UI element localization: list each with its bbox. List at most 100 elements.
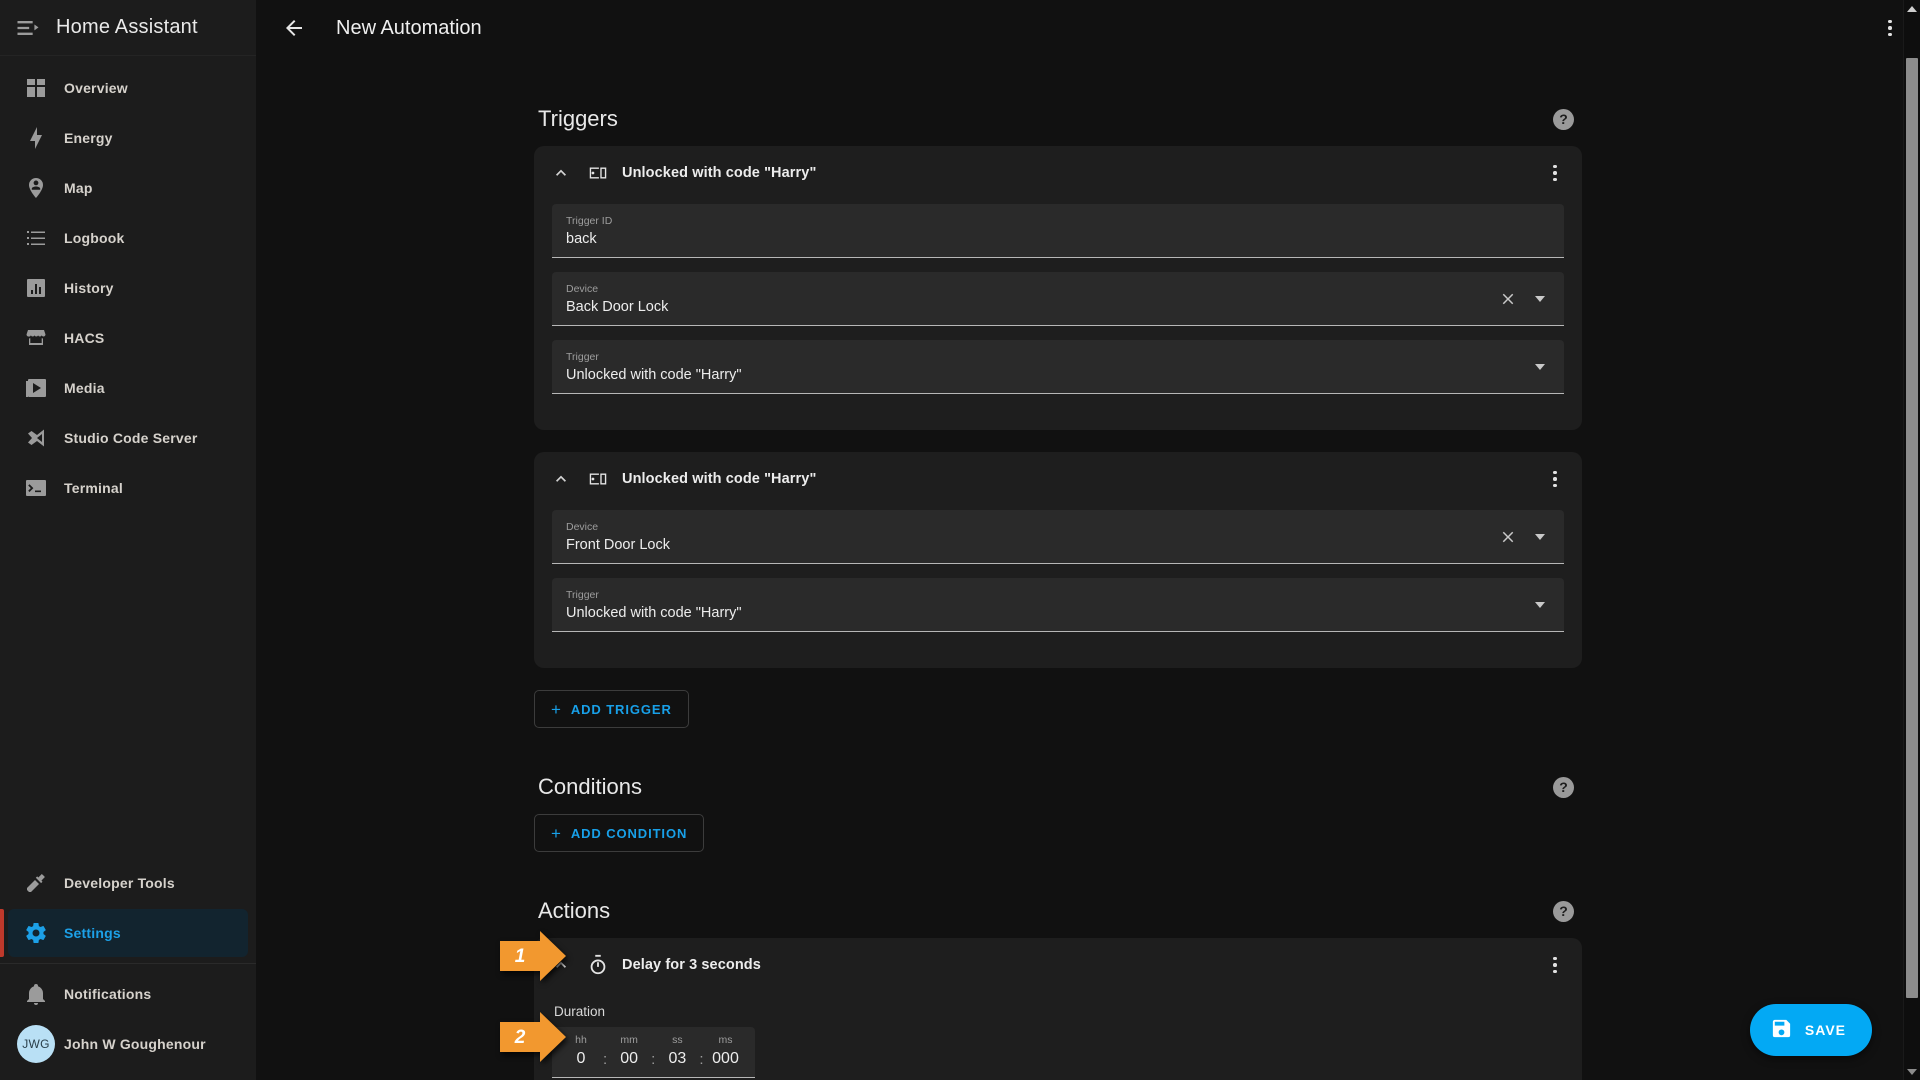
trigger-card-body: Device Front Door Lock Trigger Unlocked …: [534, 506, 1582, 668]
action-card-header[interactable]: Delay for 3 seconds: [534, 938, 1582, 992]
duration-label: Duration: [554, 1004, 606, 1019]
triangle-up-icon[interactable]: [1904, 0, 1920, 17]
chevron-up-icon[interactable]: [548, 160, 574, 186]
annotation-arrow-1: 1: [500, 931, 566, 981]
duration-minutes[interactable]: mm 00: [612, 1033, 646, 1069]
scrollbar-thumb[interactable]: [1906, 58, 1918, 998]
format-list-bulleted-icon: [8, 226, 64, 250]
view-dashboard-icon: [8, 76, 64, 100]
overflow-dots: [1553, 470, 1557, 488]
chevron-up-icon[interactable]: [548, 466, 574, 492]
device-field[interactable]: Device Front Door Lock: [552, 510, 1564, 564]
sidebar-item-label: Developer Tools: [64, 875, 175, 891]
annotation-arrow-2: 2: [500, 1012, 566, 1062]
help-icon[interactable]: ?: [1553, 108, 1574, 130]
duration-input[interactable]: hh 0 : mm 00 : ss 03: ms 000: [552, 1027, 755, 1078]
trigger-type-field[interactable]: Trigger Unlocked with code "Harry": [552, 578, 1564, 632]
sidebar-item-notifications[interactable]: Notifications: [8, 970, 248, 1018]
save-button[interactable]: SAVE: [1749, 1004, 1872, 1056]
sidebar-item-logbook[interactable]: Logbook: [8, 214, 248, 262]
sidebar-item-label: Overview: [64, 80, 128, 96]
device-field[interactable]: Device Back Door Lock: [552, 272, 1564, 326]
close-icon[interactable]: [1496, 287, 1520, 311]
sidebar-item-label: Settings: [64, 925, 121, 941]
trigger-type-field[interactable]: Trigger Unlocked with code "Harry": [552, 340, 1564, 394]
overflow-dots: [1888, 19, 1892, 37]
trigger-card-body: Trigger ID back Device Back Door Lock Tr…: [534, 200, 1582, 430]
annotation-number: 2: [514, 1026, 526, 1048]
sidebar-item-terminal[interactable]: Terminal: [8, 464, 248, 512]
plus-icon: +: [551, 699, 562, 719]
add-trigger-label: ADD TRIGGER: [570, 701, 672, 717]
chevron-down-icon[interactable]: [1528, 287, 1552, 311]
dots-vertical-icon[interactable]: [1538, 948, 1572, 982]
sidebar-item-user-profile[interactable]: JWG John W Goughenour: [8, 1020, 248, 1068]
arrow-head-icon: [540, 1012, 566, 1062]
trigger-card: Unlocked with code "Harry" Device Front …: [534, 452, 1582, 668]
sidebar-item-studio-code-server[interactable]: Studio Code Server: [8, 414, 248, 462]
avatar-initials: JWG: [17, 1025, 55, 1063]
section-title: Conditions: [538, 774, 642, 799]
sidebar-item-settings[interactable]: Settings: [0, 909, 248, 957]
add-condition-label: ADD CONDITION: [570, 825, 688, 841]
chevron-down-icon[interactable]: [1528, 525, 1552, 549]
field-label: Trigger ID: [566, 214, 613, 227]
field-value: Back Door Lock: [566, 298, 669, 315]
sidebar-item-label: Map: [64, 180, 93, 196]
trigger-card-title: Unlocked with code "Harry": [622, 471, 817, 487]
sidebar-item-label: John W Goughenour: [64, 1036, 206, 1052]
overflow-dots: [1553, 956, 1557, 974]
sidebar-item-developer-tools[interactable]: Developer Tools: [8, 859, 248, 907]
add-trigger-button[interactable]: + ADD TRIGGER: [534, 690, 689, 728]
chevron-down-icon[interactable]: [1528, 593, 1552, 617]
trigger-id-field[interactable]: Trigger ID back: [552, 204, 1564, 258]
content-save-icon: [1770, 1017, 1793, 1043]
duration-seconds[interactable]: ss 03: [660, 1033, 694, 1069]
trigger-card-title: Unlocked with code "Harry": [622, 165, 817, 181]
close-icon[interactable]: [1496, 525, 1520, 549]
sidebar-item-energy[interactable]: Energy: [8, 114, 248, 162]
duration-hours[interactable]: hh 0: [564, 1033, 598, 1069]
sidebar-item-label: Studio Code Server: [64, 430, 198, 446]
duration-value: 00: [620, 1050, 639, 1067]
dots-vertical-icon[interactable]: [1538, 462, 1572, 496]
store-icon: [8, 326, 64, 350]
editor-scroll-area[interactable]: Triggers ? Unlocked with code "Harry" Tr…: [256, 56, 1920, 1080]
sidebar-item-label: Terminal: [64, 480, 123, 496]
annotation-number: 1: [514, 945, 526, 967]
dots-vertical-icon[interactable]: [1538, 156, 1572, 190]
actions-section-header: Actions ?: [534, 898, 1582, 924]
field-value: Unlocked with code "Harry": [566, 366, 742, 383]
duration-milliseconds[interactable]: ms 000: [709, 1033, 743, 1069]
arrow-left-icon[interactable]: [274, 8, 314, 48]
help-icon[interactable]: ?: [1553, 900, 1574, 922]
chevron-down-icon[interactable]: [1528, 355, 1552, 379]
vertical-scrollbar[interactable]: [1903, 0, 1920, 1080]
sidebar-item-map[interactable]: Map: [8, 164, 248, 212]
play-box-icon: [8, 376, 64, 400]
field-value: back: [566, 230, 597, 247]
help-icon[interactable]: ?: [1553, 776, 1574, 798]
sidebar-title: Home Assistant: [56, 16, 198, 38]
automation-editor: Triggers ? Unlocked with code "Harry" Tr…: [534, 56, 1582, 1080]
action-card-body: Duration hh 0 : mm 00: ss 03: ms 000: [534, 992, 1582, 1080]
triangle-down-icon[interactable]: [1904, 1063, 1920, 1080]
trigger-card-header[interactable]: Unlocked with code "Harry": [534, 452, 1582, 506]
conditions-section-header: Conditions ?: [534, 774, 1582, 800]
page-title: New Automation: [336, 16, 482, 39]
trigger-card: Unlocked with code "Harry" Trigger ID ba…: [534, 146, 1582, 430]
field-label: Device: [566, 282, 599, 295]
sidebar-item-media[interactable]: Media: [8, 364, 248, 412]
vscode-icon: [8, 426, 64, 450]
sidebar-item-label: Media: [64, 380, 105, 396]
field-actions: [1528, 355, 1552, 379]
section-title: Actions: [538, 898, 611, 923]
sidebar-item-hacs[interactable]: HACS: [8, 314, 248, 362]
trigger-card-header[interactable]: Unlocked with code "Harry": [534, 146, 1582, 200]
hamburger-collapse-icon[interactable]: [14, 14, 42, 42]
bell-icon: [8, 982, 64, 1006]
sidebar-item-history[interactable]: History: [8, 264, 248, 312]
add-condition-button[interactable]: + ADD CONDITION: [534, 814, 705, 852]
sidebar: Home Assistant Overview Energy Map Logbo…: [0, 0, 256, 1080]
sidebar-item-overview[interactable]: Overview: [8, 64, 248, 112]
